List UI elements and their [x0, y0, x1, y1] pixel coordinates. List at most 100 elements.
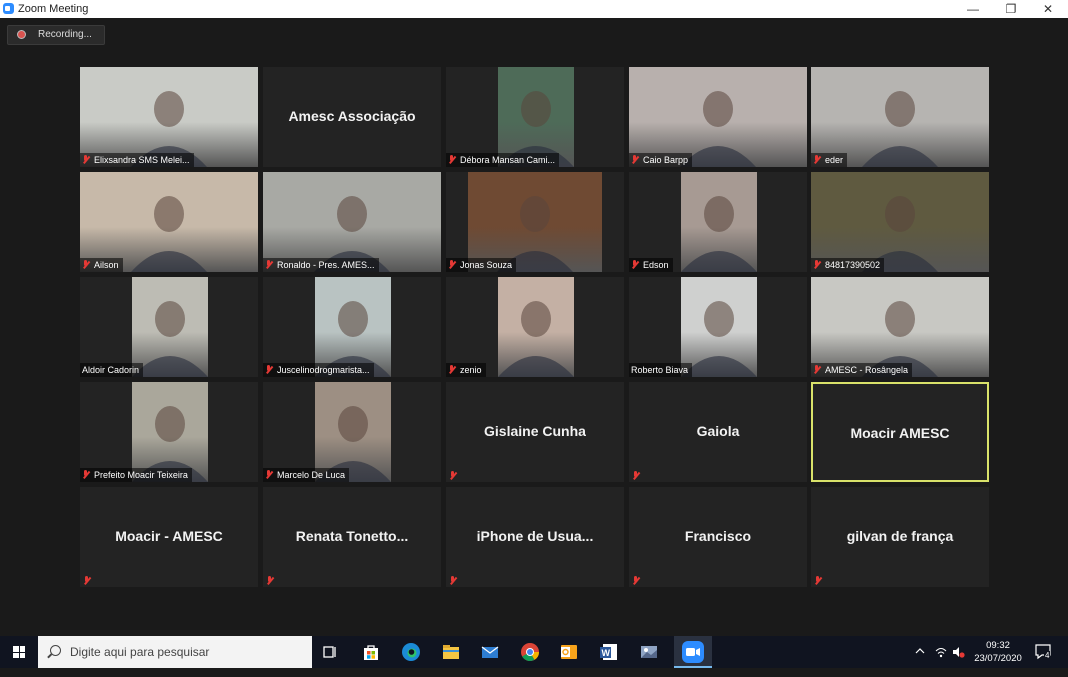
- participant-name: 84817390502: [825, 260, 881, 270]
- participant-video: [263, 172, 441, 272]
- participant-tile[interactable]: Gislaine Cunha: [446, 382, 624, 482]
- participant-name: Francisco: [684, 528, 752, 544]
- participant-name: Edson: [643, 260, 669, 270]
- gallery-view: Recording... Elixsandra SMS Melei... Ames…: [0, 18, 1068, 636]
- participant-tile[interactable]: Edson: [629, 172, 807, 272]
- recording-indicator[interactable]: Recording...: [7, 25, 105, 45]
- participant-name: Juscelinodrogmarista...: [277, 365, 370, 375]
- person-silhouette-icon: [498, 91, 574, 167]
- participant-video: [629, 67, 807, 167]
- participant-tile[interactable]: Amesc Associação: [263, 67, 441, 167]
- participant-tile[interactable]: Marcelo De Luca: [263, 382, 441, 482]
- chrome-icon[interactable]: [518, 640, 542, 664]
- participant-tile[interactable]: Juscelinodrogmarista...: [263, 277, 441, 377]
- participant-name-label: Prefeito Moacir Teixeira: [80, 468, 192, 482]
- participant-name: Débora Mansan Cami...: [460, 155, 556, 165]
- word-icon[interactable]: W: [597, 640, 621, 664]
- person-silhouette-icon: [862, 301, 938, 377]
- participant-name-label: Edson: [629, 258, 673, 272]
- task-view-icon[interactable]: [318, 640, 342, 664]
- participant-tile[interactable]: iPhone de Usua...: [446, 487, 624, 587]
- mic-muted-icon: [632, 471, 640, 480]
- participant-video: [498, 277, 574, 377]
- mic-muted-icon: [266, 576, 274, 585]
- participant-name-label: Ronaldo - Pres. AMES...: [263, 258, 379, 272]
- participant-name-label: Juscelinodrogmarista...: [263, 363, 374, 377]
- participant-tile[interactable]: Caio Barpp: [629, 67, 807, 167]
- mic-muted-icon: [631, 260, 639, 269]
- taskbar-clock[interactable]: 09:32 23/07/2020: [968, 639, 1028, 665]
- participant-name-label: zenio: [446, 363, 486, 377]
- participant-tile[interactable]: Moacir AMESC: [811, 382, 989, 482]
- participant-video: [80, 172, 258, 272]
- recording-label: Recording...: [38, 29, 92, 40]
- microsoft-store-icon[interactable]: [359, 640, 383, 664]
- mail-icon[interactable]: [478, 640, 502, 664]
- person-silhouette-icon: [681, 196, 757, 272]
- maximize-button[interactable]: ❐: [994, 0, 1028, 18]
- participant-name-label: Jonas Souza: [446, 258, 517, 272]
- mic-muted-icon: [448, 155, 456, 164]
- participant-name: Marcelo De Luca: [277, 470, 346, 480]
- person-silhouette-icon: [681, 301, 757, 377]
- person-silhouette-icon: [862, 196, 938, 272]
- mic-muted-icon: [448, 365, 456, 374]
- participant-tile[interactable]: Roberto Biava: [629, 277, 807, 377]
- participant-video: [498, 67, 574, 167]
- participant-name-label: Débora Mansan Cami...: [446, 153, 560, 167]
- close-button[interactable]: ✕: [1031, 0, 1065, 18]
- person-silhouette-icon: [315, 301, 391, 377]
- photos-icon[interactable]: [637, 640, 661, 664]
- person-silhouette-icon: [314, 196, 390, 272]
- mic-muted-icon: [265, 260, 273, 269]
- participant-tile[interactable]: gilvan de frança: [811, 487, 989, 587]
- mic-muted-icon: [814, 576, 822, 585]
- network-wifi-icon[interactable]: [934, 645, 948, 677]
- participant-name: Jonas Souza: [460, 260, 513, 270]
- outlook-icon[interactable]: [557, 640, 581, 664]
- participant-tile[interactable]: Elixsandra SMS Melei...: [80, 67, 258, 167]
- taskbar-search-box[interactable]: Digite aqui para pesquisar: [38, 636, 312, 668]
- start-button[interactable]: [0, 636, 38, 668]
- participant-name-label: Elixsandra SMS Melei...: [80, 153, 194, 167]
- participant-tile[interactable]: Jonas Souza: [446, 172, 624, 272]
- record-icon: [17, 30, 26, 39]
- participant-tile[interactable]: Ailson: [80, 172, 258, 272]
- participant-video: [315, 382, 391, 482]
- participant-tile[interactable]: 84817390502: [811, 172, 989, 272]
- file-explorer-icon[interactable]: [439, 640, 463, 664]
- mic-muted-icon: [449, 471, 457, 480]
- participant-tile[interactable]: eder: [811, 67, 989, 167]
- show-hidden-icons-chevron-up-icon[interactable]: [914, 645, 926, 677]
- participant-tile[interactable]: Ronaldo - Pres. AMES...: [263, 172, 441, 272]
- person-silhouette-icon: [131, 91, 207, 167]
- participant-name: iPhone de Usua...: [476, 528, 594, 544]
- minimize-button[interactable]: —: [956, 0, 990, 18]
- zoom-taskbar-button[interactable]: [674, 636, 712, 668]
- windows-logo-icon: [13, 646, 25, 658]
- participant-video: [315, 277, 391, 377]
- participant-name-label: Marcelo De Luca: [263, 468, 350, 482]
- mic-muted-icon: [82, 470, 90, 479]
- participant-name: Gislaine Cunha: [484, 423, 586, 439]
- edge-icon[interactable]: [399, 640, 423, 664]
- participant-tile[interactable]: AMESC - Rosângela: [811, 277, 989, 377]
- mic-muted-icon: [449, 576, 457, 585]
- participant-tile[interactable]: Renata Tonetto...: [263, 487, 441, 587]
- action-center-notifications-icon[interactable]: 4: [1034, 643, 1054, 675]
- participant-tile[interactable]: Gaiola: [629, 382, 807, 482]
- participant-tile[interactable]: Prefeito Moacir Teixeira: [80, 382, 258, 482]
- person-silhouette-icon: [315, 406, 391, 482]
- participant-video: [811, 172, 989, 272]
- participant-tile[interactable]: zenio: [446, 277, 624, 377]
- participant-tile[interactable]: Débora Mansan Cami...: [446, 67, 624, 167]
- participant-name: Ailson: [94, 260, 119, 270]
- participant-tile[interactable]: Moacir - AMESC: [80, 487, 258, 587]
- mic-muted-icon: [265, 365, 273, 374]
- participant-tile[interactable]: Francisco: [629, 487, 807, 587]
- participant-name-label: Aldoir Cadorin: [80, 363, 144, 377]
- volume-muted-icon[interactable]: [951, 645, 965, 677]
- participant-tile[interactable]: Aldoir Cadorin: [80, 277, 258, 377]
- participant-name-label: eder: [811, 153, 848, 167]
- participant-name: eder: [825, 155, 844, 165]
